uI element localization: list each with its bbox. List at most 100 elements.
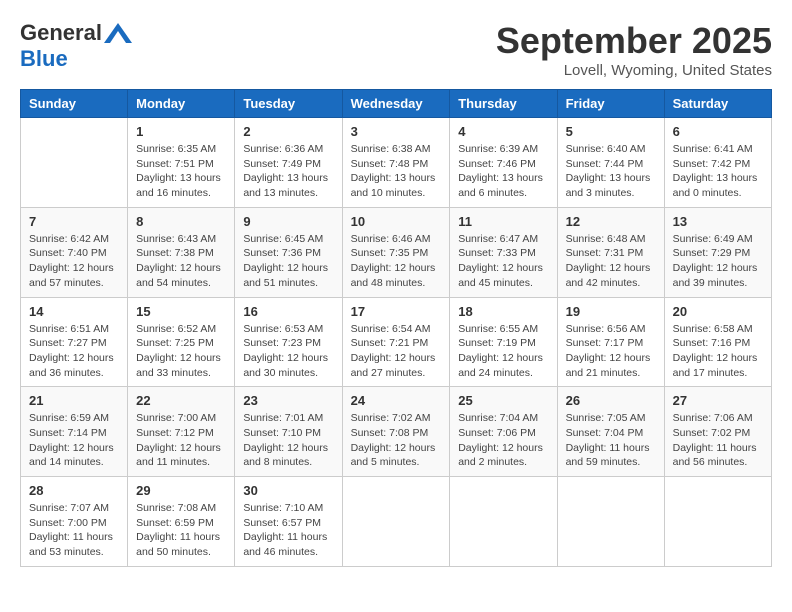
column-header-monday: Monday — [128, 90, 235, 118]
calendar-cell: 29 Sunrise: 7:08 AM Sunset: 6:59 PM Dayli… — [128, 477, 235, 567]
day-info: Sunrise: 7:06 AM Sunset: 7:02 PM Dayligh… — [673, 411, 763, 470]
calendar-cell: 13 Sunrise: 6:49 AM Sunset: 7:29 PM Dayli… — [664, 207, 771, 297]
calendar-week-row: 1Sunrise: 6:35 AM Sunset: 7:51 PM Daylig… — [21, 118, 772, 208]
calendar-cell: 18 Sunrise: 6:55 AM Sunset: 7:19 PM Dayli… — [450, 297, 557, 387]
day-info: Sunrise: 6:43 AM Sunset: 7:38 PM Dayligh… — [136, 232, 226, 291]
calendar-cell: 11 Sunrise: 6:47 AM Sunset: 7:33 PM Dayli… — [450, 207, 557, 297]
column-header-friday: Friday — [557, 90, 664, 118]
calendar-cell: 2Sunrise: 6:36 AM Sunset: 7:49 PM Daylig… — [235, 118, 342, 208]
calendar-cell: 14 Sunrise: 6:51 AM Sunset: 7:27 PM Dayli… — [21, 297, 128, 387]
day-number: 13 — [673, 214, 763, 229]
calendar-cell: 28 Sunrise: 7:07 AM Sunset: 7:00 PM Dayli… — [21, 477, 128, 567]
calendar-cell: 27 Sunrise: 7:06 AM Sunset: 7:02 PM Dayli… — [664, 387, 771, 477]
calendar-cell — [664, 477, 771, 567]
day-number: 8 — [136, 214, 226, 229]
column-header-sunday: Sunday — [21, 90, 128, 118]
day-info: Sunrise: 6:47 AM Sunset: 7:33 PM Dayligh… — [458, 232, 548, 291]
calendar-cell: 25 Sunrise: 7:04 AM Sunset: 7:06 PM Dayli… — [450, 387, 557, 477]
day-info: Sunrise: 7:02 AM Sunset: 7:08 PM Dayligh… — [351, 411, 442, 470]
day-number: 24 — [351, 393, 442, 408]
day-number: 17 — [351, 304, 442, 319]
day-number: 28 — [29, 483, 119, 498]
calendar-cell: 22 Sunrise: 7:00 AM Sunset: 7:12 PM Dayli… — [128, 387, 235, 477]
column-header-tuesday: Tuesday — [235, 90, 342, 118]
day-info: Sunrise: 7:10 AM Sunset: 6:57 PM Dayligh… — [243, 501, 333, 560]
day-info: Sunrise: 6:53 AM Sunset: 7:23 PM Dayligh… — [243, 322, 333, 381]
day-info: Sunrise: 6:59 AM Sunset: 7:14 PM Dayligh… — [29, 411, 119, 470]
day-number: 15 — [136, 304, 226, 319]
calendar-cell: 20 Sunrise: 6:58 AM Sunset: 7:16 PM Dayli… — [664, 297, 771, 387]
day-info: Sunrise: 6:39 AM Sunset: 7:46 PM Dayligh… — [458, 142, 548, 201]
day-number: 21 — [29, 393, 119, 408]
location-text: Lovell, Wyoming, United States — [496, 62, 772, 79]
calendar-cell: 3 Sunrise: 6:38 AM Sunset: 7:48 PM Daylig… — [342, 118, 450, 208]
day-info: Sunrise: 6:40 AM Sunset: 7:44 PM Dayligh… — [566, 142, 656, 201]
day-number: 6 — [673, 124, 763, 139]
day-info: Sunrise: 6:45 AM Sunset: 7:36 PM Dayligh… — [243, 232, 333, 291]
day-info: Sunrise: 7:08 AM Sunset: 6:59 PM Dayligh… — [136, 501, 226, 560]
calendar-cell — [21, 118, 128, 208]
calendar-week-row: 7 Sunrise: 6:42 AM Sunset: 7:40 PM Daylig… — [21, 207, 772, 297]
day-number: 4 — [458, 124, 548, 139]
day-info: Sunrise: 6:51 AM Sunset: 7:27 PM Dayligh… — [29, 322, 119, 381]
calendar-cell: 8 Sunrise: 6:43 AM Sunset: 7:38 PM Daylig… — [128, 207, 235, 297]
calendar-cell: 17Sunrise: 6:54 AM Sunset: 7:21 PM Dayli… — [342, 297, 450, 387]
calendar-cell: 10Sunrise: 6:46 AM Sunset: 7:35 PM Dayli… — [342, 207, 450, 297]
calendar-cell: 24 Sunrise: 7:02 AM Sunset: 7:08 PM Dayli… — [342, 387, 450, 477]
day-info: Sunrise: 7:07 AM Sunset: 7:00 PM Dayligh… — [29, 501, 119, 560]
calendar-cell: 9 Sunrise: 6:45 AM Sunset: 7:36 PM Daylig… — [235, 207, 342, 297]
day-number: 9 — [243, 214, 333, 229]
day-info: Sunrise: 6:55 AM Sunset: 7:19 PM Dayligh… — [458, 322, 548, 381]
page-header: General Blue September 2025 Lovell, Wyom… — [20, 20, 772, 79]
day-number: 18 — [458, 304, 548, 319]
day-number: 7 — [29, 214, 119, 229]
calendar-cell — [557, 477, 664, 567]
day-info: Sunrise: 6:46 AM Sunset: 7:35 PM Dayligh… — [351, 232, 442, 291]
day-info: Sunrise: 6:58 AM Sunset: 7:16 PM Dayligh… — [673, 322, 763, 381]
calendar-cell — [450, 477, 557, 567]
column-header-wednesday: Wednesday — [342, 90, 450, 118]
day-number: 2 — [243, 124, 333, 139]
logo-general-text: General — [20, 20, 102, 46]
day-info: Sunrise: 7:04 AM Sunset: 7:06 PM Dayligh… — [458, 411, 548, 470]
day-info: Sunrise: 6:35 AM Sunset: 7:51 PM Dayligh… — [136, 142, 226, 201]
day-info: Sunrise: 6:49 AM Sunset: 7:29 PM Dayligh… — [673, 232, 763, 291]
day-info: Sunrise: 6:48 AM Sunset: 7:31 PM Dayligh… — [566, 232, 656, 291]
calendar-cell: 30 Sunrise: 7:10 AM Sunset: 6:57 PM Dayli… — [235, 477, 342, 567]
logo: General Blue — [20, 20, 132, 72]
calendar-cell: 7 Sunrise: 6:42 AM Sunset: 7:40 PM Daylig… — [21, 207, 128, 297]
day-info: Sunrise: 7:00 AM Sunset: 7:12 PM Dayligh… — [136, 411, 226, 470]
day-number: 12 — [566, 214, 656, 229]
day-number: 29 — [136, 483, 226, 498]
calendar-table: SundayMondayTuesdayWednesdayThursdayFrid… — [20, 89, 772, 567]
logo-blue-text: Blue — [20, 46, 68, 72]
day-info: Sunrise: 6:52 AM Sunset: 7:25 PM Dayligh… — [136, 322, 226, 381]
day-info: Sunrise: 6:38 AM Sunset: 7:48 PM Dayligh… — [351, 142, 442, 201]
calendar-cell: 6 Sunrise: 6:41 AM Sunset: 7:42 PM Daylig… — [664, 118, 771, 208]
calendar-cell: 23Sunrise: 7:01 AM Sunset: 7:10 PM Dayli… — [235, 387, 342, 477]
day-number: 22 — [136, 393, 226, 408]
title-block: September 2025 Lovell, Wyoming, United S… — [496, 20, 772, 79]
calendar-week-row: 14 Sunrise: 6:51 AM Sunset: 7:27 PM Dayli… — [21, 297, 772, 387]
day-number: 16 — [243, 304, 333, 319]
day-number: 27 — [673, 393, 763, 408]
day-info: Sunrise: 6:41 AM Sunset: 7:42 PM Dayligh… — [673, 142, 763, 201]
day-info: Sunrise: 7:05 AM Sunset: 7:04 PM Dayligh… — [566, 411, 656, 470]
day-number: 3 — [351, 124, 442, 139]
day-number: 19 — [566, 304, 656, 319]
calendar-cell: 16 Sunrise: 6:53 AM Sunset: 7:23 PM Dayli… — [235, 297, 342, 387]
calendar-cell: 15 Sunrise: 6:52 AM Sunset: 7:25 PM Dayli… — [128, 297, 235, 387]
day-number: 11 — [458, 214, 548, 229]
calendar-week-row: 21 Sunrise: 6:59 AM Sunset: 7:14 PM Dayli… — [21, 387, 772, 477]
day-info: Sunrise: 7:01 AM Sunset: 7:10 PM Dayligh… — [243, 411, 333, 470]
day-number: 25 — [458, 393, 548, 408]
day-info: Sunrise: 6:42 AM Sunset: 7:40 PM Dayligh… — [29, 232, 119, 291]
day-number: 26 — [566, 393, 656, 408]
calendar-cell: 26 Sunrise: 7:05 AM Sunset: 7:04 PM Dayli… — [557, 387, 664, 477]
column-header-saturday: Saturday — [664, 90, 771, 118]
column-header-thursday: Thursday — [450, 90, 557, 118]
day-number: 20 — [673, 304, 763, 319]
day-number: 30 — [243, 483, 333, 498]
calendar-header-row: SundayMondayTuesdayWednesdayThursdayFrid… — [21, 90, 772, 118]
day-number: 14 — [29, 304, 119, 319]
